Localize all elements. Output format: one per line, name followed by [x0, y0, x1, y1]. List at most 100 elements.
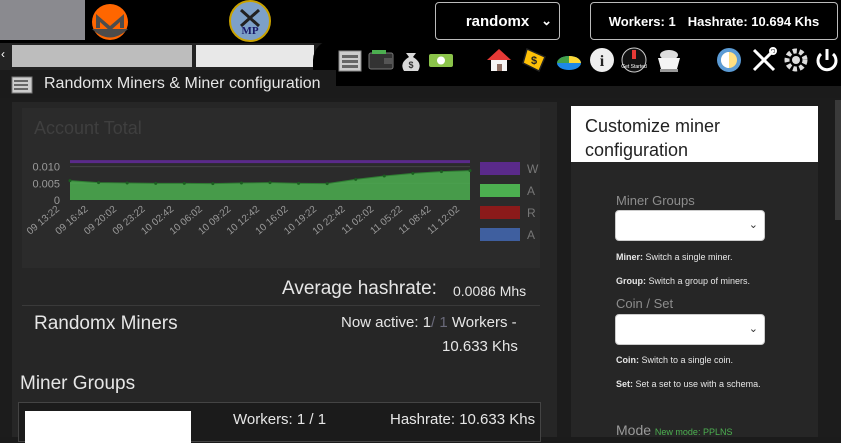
workers-count: Workers: 1: [608, 13, 676, 29]
y-tick-label: 0.010: [32, 162, 60, 174]
average-hashrate-value: 0.0086 Mhs: [453, 283, 527, 299]
data-point: [154, 181, 158, 185]
data-point: [239, 181, 243, 185]
sub-bar: ‹: [0, 43, 314, 70]
data-point: [297, 181, 301, 185]
note-group: Group: Switch a group of miners.: [616, 276, 750, 286]
now-active-count: Now active: 1: [341, 314, 432, 331]
mode-row: Mode New mode: PPLNS: [616, 422, 732, 438]
data-point: [439, 170, 443, 174]
page-title: Randomx Miners & Miner configuration: [44, 75, 321, 92]
chevron-left-icon[interactable]: ‹: [1, 47, 5, 61]
gray-placeholder: [0, 0, 85, 40]
icon-toolbar: $ $ i Get Started: [313, 40, 841, 86]
tools-icon[interactable]: [748, 44, 780, 76]
algorithm-select-value: randomx: [465, 12, 530, 30]
svg-text:$: $: [531, 55, 537, 67]
average-hashrate-label: Average hashrate:: [282, 278, 437, 299]
miners-khs: 10.633 Khs: [442, 338, 518, 355]
note-coin: Coin: Switch to a single coin.: [616, 355, 733, 365]
scrollbar[interactable]: [835, 100, 841, 220]
note-group-text: Switch a group of miners.: [646, 276, 751, 286]
data-point: [411, 171, 415, 175]
chart-title: Account Total: [34, 118, 142, 138]
data-point: [354, 177, 358, 181]
theme-toggle-icon[interactable]: [713, 44, 745, 76]
wallet-icon[interactable]: [365, 44, 397, 76]
data-point: [182, 181, 186, 185]
miner-groups-label: Miner Groups: [616, 193, 695, 208]
miner-icon[interactable]: [335, 44, 367, 76]
legend-swatch: [480, 228, 520, 241]
pie-chart-icon[interactable]: [553, 44, 585, 76]
legend-label: A: [527, 228, 535, 242]
note-set-bold: Set:: [616, 379, 634, 389]
now-active-text: Now active: 1/ 1 Workers -: [341, 314, 517, 331]
miner-groups-select[interactable]: ⌄: [615, 210, 765, 241]
workers-suffix: Workers -: [451, 314, 517, 331]
note-miner-bold: Miner:: [616, 252, 643, 262]
note-set: Set: Set a set to use with a schema.: [616, 379, 761, 389]
legend-label: W: [527, 162, 539, 176]
info-icon[interactable]: i: [586, 44, 618, 76]
algorithm-select[interactable]: randomx ⌄: [435, 2, 560, 40]
chevron-down-icon: ⌄: [748, 323, 758, 335]
data-point: [68, 179, 72, 183]
settings-icon[interactable]: [780, 44, 812, 76]
page-title-bar: Randomx Miners & Miner configuration: [0, 70, 336, 98]
home-icon[interactable]: [483, 44, 515, 76]
power-icon[interactable]: [811, 44, 841, 76]
group-name-field[interactable]: [25, 411, 191, 443]
data-point: [211, 182, 215, 186]
y-tick-label: 0.005: [32, 178, 60, 190]
group-hashrate: Hashrate: 10.633 Khs: [390, 411, 536, 428]
coin-tag-icon[interactable]: $: [518, 44, 550, 76]
note-coin-bold: Coin:: [616, 355, 639, 365]
coin-set-select[interactable]: ⌄: [615, 314, 765, 345]
mode-label: Mode: [616, 422, 652, 438]
svg-text:Get Started: Get Started: [621, 64, 647, 70]
svg-text:MP: MP: [241, 25, 258, 37]
header-hashrate: Hashrate: 10.694 Khs: [687, 13, 820, 29]
workers-hashrate-box: Workers: 1 Hashrate: 10.694 Khs: [590, 2, 838, 40]
legend-label: A: [527, 184, 535, 198]
data-point: [125, 181, 129, 185]
note-set-text: Set a set to use with a schema.: [633, 379, 761, 389]
account-total-chart: Account Total 0.010 0.005 0 09 13:22 09 16:4…: [22, 108, 540, 268]
note-group-bold: Group:: [616, 276, 646, 286]
miner-group-row[interactable]: Workers: 1 / 1 Hashrate: 10.633 Khs: [18, 402, 541, 443]
legend-swatch: [480, 206, 520, 219]
customize-title: Customize miner configuration: [571, 106, 818, 162]
svg-text:i: i: [600, 53, 605, 70]
data-point: [468, 169, 472, 173]
data-point: [382, 174, 386, 178]
miner-groups-title: Miner Groups: [20, 373, 136, 394]
data-point: [268, 181, 272, 185]
note-coin-text: Switch to a single coin.: [639, 355, 734, 365]
get-started-icon[interactable]: Get Started: [618, 44, 650, 76]
legend-label: R: [527, 206, 536, 220]
top-bar: MP randomx ⌄ Workers: 1 Hashrate: 10.694…: [0, 0, 841, 43]
note-miner-text: Switch a single miner.: [643, 252, 733, 262]
mode-value: New mode: PPLNS: [654, 427, 733, 437]
svg-text:$: $: [408, 60, 413, 70]
cash-icon[interactable]: [425, 44, 457, 76]
white-tab[interactable]: [196, 45, 314, 67]
data-point: [325, 182, 329, 186]
group-workers: Workers: 1 / 1: [233, 411, 327, 428]
coin-set-label: Coin / Set: [616, 296, 674, 311]
data-point: [97, 181, 101, 185]
miner-icon: [10, 73, 36, 95]
divider: [22, 305, 540, 306]
money-bag-icon[interactable]: $: [395, 44, 427, 76]
x-tick-label: 11 12:02: [426, 204, 463, 237]
mp-logo-icon[interactable]: MP: [227, 0, 273, 42]
gray-tab[interactable]: [12, 45, 192, 67]
legend-swatch: [480, 184, 520, 197]
monero-logo-icon[interactable]: [87, 2, 133, 42]
chevron-down-icon: ⌄: [748, 219, 758, 231]
mining-cart-icon[interactable]: [653, 44, 685, 76]
now-active-total: / 1: [431, 314, 448, 331]
legend-swatch: [480, 162, 520, 175]
miners-title: Randomx Miners: [34, 313, 178, 334]
